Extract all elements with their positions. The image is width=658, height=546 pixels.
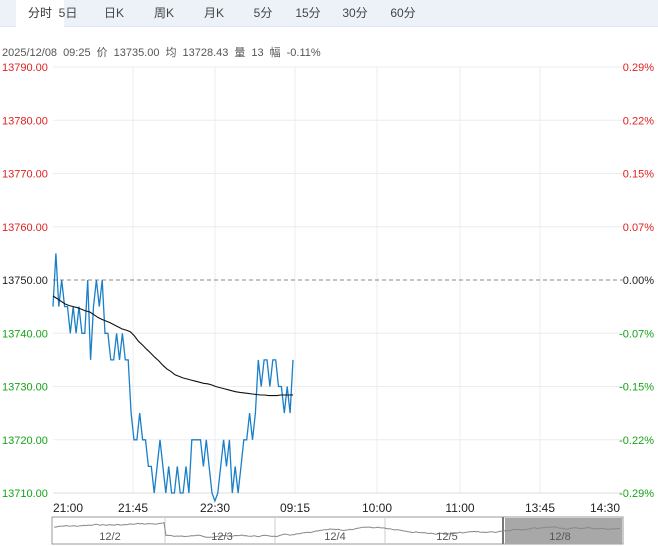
x-tick-label: 10:00	[362, 501, 392, 515]
pct-tick-label: 0.22%	[623, 115, 654, 127]
x-tick-label: 21:45	[118, 501, 148, 515]
y-tick-label: 13770.00	[2, 169, 48, 181]
y-tick-label: 13710.00	[2, 488, 48, 500]
navigator-date-label: 12/3	[211, 531, 232, 543]
y-tick-label: 13730.00	[2, 382, 48, 394]
pct-tick-label: -0.07%	[619, 328, 654, 340]
y-tick-label: 13760.00	[2, 222, 48, 234]
navigator-date-label: 12/4	[324, 531, 345, 543]
navigator-date-label: 12/2	[99, 531, 120, 543]
y-tick-label: 13720.00	[2, 435, 48, 447]
pct-tick-label: 0.15%	[623, 169, 654, 181]
pct-tick-label: 0.00%	[623, 275, 654, 287]
x-tick-label: 14:30	[590, 501, 620, 515]
x-tick-label: 09:15	[280, 501, 310, 515]
pct-tick-label: 0.29%	[623, 62, 654, 74]
x-tick-label: 22:30	[200, 501, 230, 515]
pct-tick-label: -0.22%	[619, 435, 654, 447]
intraday-chart[interactable]: 13790.00 0.29% 13780.00 0.22% 13770.00 0.15% 1…	[0, 0, 658, 546]
x-tick-label: 21:00	[53, 501, 83, 515]
pct-tick-label: -0.29%	[619, 488, 654, 500]
x-tick-label: 13:45	[525, 501, 555, 515]
price-line	[52, 253, 294, 503]
navigator: 12/2 12/3 12/4 12/5 12/8	[51, 516, 624, 545]
pct-tick-label: 0.07%	[623, 222, 654, 234]
pct-tick-label: -0.15%	[619, 382, 654, 394]
y-tick-label: 13750.00	[2, 275, 48, 287]
navigator-date-label: 12/8	[549, 531, 570, 543]
y-tick-label: 13780.00	[2, 115, 48, 127]
x-tick-label: 11:00	[445, 501, 474, 515]
y-tick-label: 13790.00	[2, 62, 48, 74]
navigator-date-label: 12/5	[436, 531, 457, 543]
y-tick-label: 13740.00	[2, 328, 48, 340]
